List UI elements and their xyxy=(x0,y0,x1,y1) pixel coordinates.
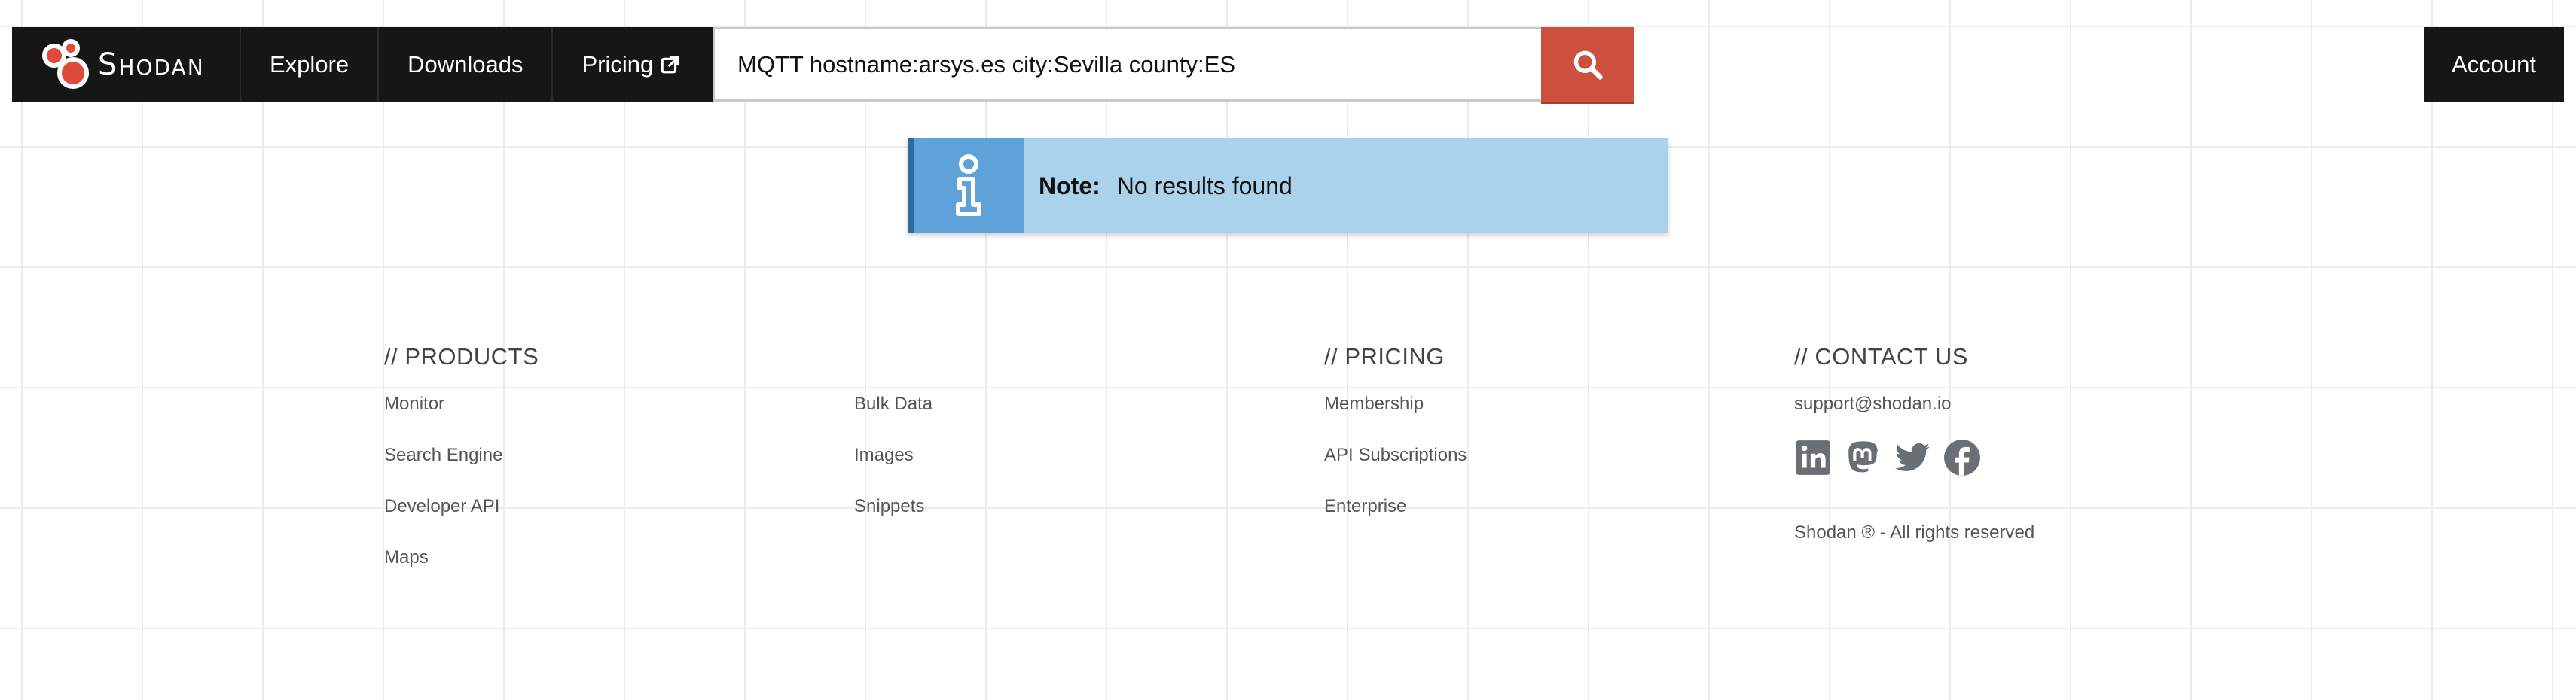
account-button[interactable]: Account xyxy=(2424,27,2564,102)
twitter-icon[interactable] xyxy=(1894,439,1931,476)
footer-pricing: // PRICING Membership API Subscriptions … xyxy=(1324,343,1467,546)
search-bar xyxy=(713,27,1634,102)
mastodon-icon[interactable] xyxy=(1844,439,1882,476)
no-results-alert: Note: No results found xyxy=(908,138,1668,233)
footer-contact: // CONTACT US support@shodan.io Shodan ®… xyxy=(1794,343,2034,543)
footer-contact-heading: // CONTACT US xyxy=(1794,343,1968,370)
nav-explore-label: Explore xyxy=(270,50,349,78)
note-label: Note: xyxy=(1039,172,1100,199)
nav-explore[interactable]: Explore xyxy=(241,27,380,102)
footer-products-more: Bulk Data Images Snippets xyxy=(854,343,932,546)
footer-link-developer-api[interactable]: Developer API xyxy=(384,495,539,546)
footer-link-monitor[interactable]: Monitor xyxy=(384,393,539,444)
nav-pricing-label: Pricing xyxy=(581,50,654,78)
nav-downloads-label: Downloads xyxy=(407,50,523,78)
footer-products: // PRODUCTS Monitor Search Engine Develo… xyxy=(384,343,539,598)
brand-logo-link[interactable]: Shodan xyxy=(12,27,241,102)
social-links xyxy=(1794,438,2034,477)
footer-link-images[interactable]: Images xyxy=(854,444,932,495)
footer-link-email[interactable]: support@shodan.io xyxy=(1794,393,2034,429)
footer-link-enterprise[interactable]: Enterprise xyxy=(1324,495,1467,546)
footer-link-maps[interactable]: Maps xyxy=(384,546,539,598)
note-text: No results found xyxy=(1116,172,1293,199)
footer-link-membership[interactable]: Membership xyxy=(1324,393,1467,444)
footer-products-heading: // PRODUCTS xyxy=(384,343,539,370)
account-label: Account xyxy=(2451,50,2536,78)
top-navbar: Shodan Explore Downloads Pricing xyxy=(12,27,713,102)
footer-pricing-heading: // PRICING xyxy=(1324,343,1445,370)
facebook-icon[interactable] xyxy=(1943,439,1981,476)
nav-pricing[interactable]: Pricing xyxy=(553,27,709,102)
search-input[interactable] xyxy=(713,27,1541,102)
footer-link-search-engine[interactable]: Search Engine xyxy=(384,444,539,495)
copyright-text: Shodan ® - All rights reserved xyxy=(1794,522,2035,543)
footer-link-bulk-data[interactable]: Bulk Data xyxy=(854,393,932,444)
nav-downloads[interactable]: Downloads xyxy=(379,27,554,102)
shodan-logo-icon xyxy=(39,38,90,90)
footer-link-snippets[interactable]: Snippets xyxy=(854,495,932,546)
linkedin-icon[interactable] xyxy=(1794,439,1832,476)
brand-name: Shodan xyxy=(98,47,205,82)
info-icon xyxy=(914,138,1024,233)
search-button[interactable] xyxy=(1541,27,1634,102)
search-icon xyxy=(1573,50,1603,80)
footer-link-api-subscriptions[interactable]: API Subscriptions xyxy=(1324,444,1467,495)
external-link-icon xyxy=(661,56,679,73)
